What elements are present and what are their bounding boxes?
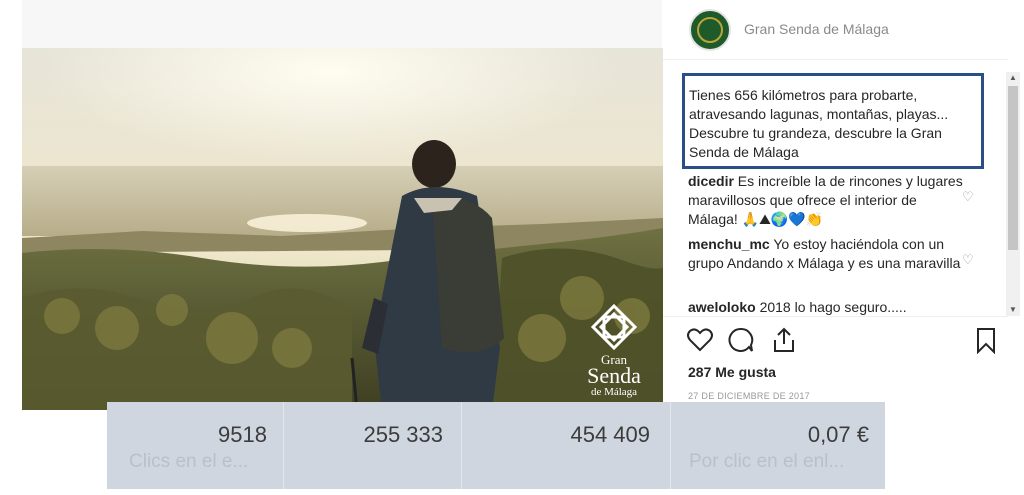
post-header: Gran Senda de Málaga (663, 0, 1008, 60)
comment-heart-icon[interactable]: ♡ (962, 190, 976, 204)
comment-text: 2018 lo hago seguro..... (759, 299, 907, 315)
avatar[interactable] (689, 9, 731, 51)
post-photo[interactable]: Gran Senda de Málaga (22, 48, 663, 410)
comment-user[interactable]: menchu_mc (688, 236, 770, 252)
knot-logo-icon (590, 303, 638, 351)
logo-word-senda: Senda (587, 363, 641, 388)
comment-item: menchu_mc Yo estoy haciéndola con un gru… (688, 235, 974, 273)
stat-value: 255 333 (363, 422, 443, 447)
top-strip (22, 0, 662, 48)
account-name[interactable]: Gran Senda de Málaga (744, 21, 889, 37)
scroll-down-arrow-icon[interactable]: ▼ (1006, 304, 1020, 316)
comments-scrollbar[interactable]: ▲ ▼ (1006, 72, 1020, 316)
comment-user[interactable]: aweloloko (688, 299, 756, 315)
post-date: 27 DE DICIEMBRE DE 2017 (688, 391, 810, 401)
landscape-image (22, 48, 663, 410)
heart-icon[interactable] (686, 326, 714, 354)
comments-list: Tienes 656 kilómetros para probarte, atr… (663, 62, 1008, 316)
comment-item: dicedir Es increíble la de rincones y lu… (688, 172, 974, 229)
comment-user[interactable]: dicedir (688, 173, 734, 189)
stat-clicks: 9518 Clics en el e... (107, 402, 284, 489)
stats-bar: 9518 Clics en el e... 255 333 454 409 0,… (107, 402, 885, 489)
scroll-up-arrow-icon[interactable]: ▲ (1006, 72, 1020, 84)
comment-item: aweloloko 2018 lo hago seguro..... (688, 298, 968, 316)
stat-value: 454 409 (570, 422, 650, 447)
scroll-thumb[interactable] (1008, 86, 1018, 250)
bookmark-icon[interactable] (972, 326, 1000, 354)
post-caption: Tienes 656 kilómetros para probarte, atr… (682, 73, 984, 169)
stat-impressions: 454 409 (462, 402, 671, 489)
likes-count[interactable]: 287 Me gusta (688, 364, 776, 380)
stat-label: Por clic en el enl... (689, 451, 845, 472)
share-icon[interactable] (770, 326, 798, 354)
stat-cost-per-click: 0,07 € Por clic en el enl... (671, 402, 885, 489)
post-actions: 287 Me gusta 27 DE DICIEMBRE DE 2017 (663, 316, 1008, 412)
gran-senda-logo: Gran Senda de Málaga (581, 302, 647, 398)
avatar-ring (697, 17, 723, 43)
stat-label: Clics en el e... (129, 451, 249, 472)
stat-value: 9518 (218, 422, 267, 447)
stat-value: 0,07 € (807, 422, 869, 447)
comment-icon[interactable] (727, 326, 755, 354)
post-side-panel: Gran Senda de Málaga Tienes 656 kilómetr… (663, 0, 1024, 412)
stat-reach: 255 333 (284, 402, 462, 489)
comment-heart-icon[interactable]: ♡ (962, 253, 976, 267)
